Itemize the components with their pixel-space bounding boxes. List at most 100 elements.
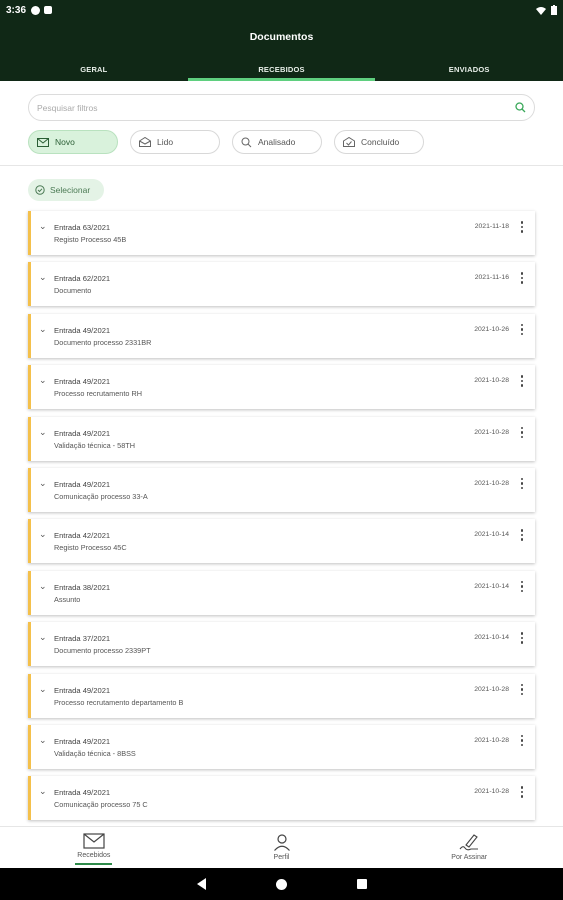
status-time: 3:36: [6, 4, 27, 16]
chevron-down-icon[interactable]: ⌄: [39, 324, 47, 335]
envelope-icon: [83, 833, 105, 849]
document-date: 2021-10-26: [474, 325, 509, 333]
tab-geral[interactable]: GERAL: [0, 59, 188, 81]
document-subtitle: Validação técnica - 58TH: [54, 440, 135, 450]
battery-icon: [551, 5, 557, 15]
filter-panel: Pesquisar filtros Novo Lido Analisado Co…: [0, 81, 563, 166]
select-button[interactable]: Selecionar: [28, 179, 104, 201]
document-title: Entrada 49/2021: [54, 736, 111, 746]
document-card[interactable]: ⌄ Entrada 37/2021 Documento processo 2339P…: [28, 622, 535, 667]
home-icon[interactable]: [275, 878, 287, 890]
document-subtitle: Documento processo 2339PT: [54, 646, 151, 656]
more-options-icon[interactable]: [520, 426, 524, 439]
tab-bar: GERAL RECEBIDOS ENVIADOS: [0, 59, 563, 81]
document-title: Entrada 62/2021: [54, 274, 111, 284]
more-options-icon[interactable]: [520, 323, 524, 336]
document-title: Entrada 38/2021: [54, 582, 111, 592]
document-card[interactable]: ⌄ Entrada 49/2021 Processo recrutamento de…: [28, 673, 535, 718]
chevron-down-icon[interactable]: ⌄: [39, 735, 47, 746]
more-options-icon[interactable]: [520, 580, 524, 593]
more-options-icon[interactable]: [520, 786, 524, 798]
document-title: Entrada 49/2021: [54, 479, 111, 489]
nav-recebidos[interactable]: Recebidos: [0, 827, 188, 868]
more-options-icon[interactable]: [520, 683, 524, 696]
person-icon: [273, 834, 290, 851]
nav-perfil[interactable]: Perfil: [188, 827, 376, 868]
more-options-icon[interactable]: [520, 529, 524, 541]
document-card[interactable]: ⌄ Entrada 42/2021 Registo Processo 45C 2021…: [28, 519, 535, 564]
document-title: Entrada 63/2021: [54, 223, 111, 232]
chip-lido[interactable]: Lido: [130, 130, 220, 154]
back-icon[interactable]: [196, 878, 206, 890]
tab-recebidos[interactable]: RECEBIDOS: [187, 59, 376, 81]
chevron-down-icon[interactable]: ⌄: [39, 632, 47, 643]
document-title: Entrada 49/2021: [54, 685, 111, 695]
select-button-label: Selecionar: [50, 185, 91, 195]
chevron-down-icon[interactable]: ⌄: [39, 272, 47, 283]
document-card[interactable]: ⌄ Entrada 62/2021 Documento 2021-11-16: [28, 262, 535, 307]
document-subtitle: Documento: [54, 286, 92, 296]
document-card[interactable]: ⌄ Entrada 49/2021 Comunicação processo 33-…: [28, 467, 535, 512]
chevron-down-icon[interactable]: ⌄: [39, 375, 47, 386]
document-date: 2021-10-28: [474, 479, 509, 487]
document-date: 2021-10-14: [474, 634, 509, 642]
chevron-down-icon[interactable]: ⌄: [39, 427, 47, 438]
document-date: 2021-10-28: [474, 685, 509, 693]
document-subtitle: Assunto: [54, 594, 81, 604]
document-date: 2021-10-28: [474, 377, 509, 385]
tab-enviados[interactable]: ENVIADOS: [375, 59, 563, 81]
chip-concluido-label: Concluído: [361, 137, 400, 147]
document-date: 2021-11-18: [474, 223, 509, 230]
document-card[interactable]: ⌄ Entrada 49/2021 Validação técnica - 8BSS…: [28, 724, 535, 769]
document-date: 2021-10-14: [474, 582, 509, 590]
chevron-down-icon[interactable]: ⌄: [39, 684, 47, 695]
chevron-down-icon[interactable]: ⌄: [39, 529, 47, 540]
document-card[interactable]: ⌄ Entrada 49/2021 Comunicação processo 75 …: [28, 776, 535, 821]
chevron-down-icon[interactable]: ⌄: [39, 221, 47, 232]
chip-analisado-label: Analisado: [258, 137, 296, 147]
search-input[interactable]: Pesquisar filtros: [28, 94, 535, 121]
chevron-down-icon[interactable]: ⌄: [39, 478, 47, 489]
document-date: 2021-11-16: [474, 274, 509, 282]
chip-concluido[interactable]: Concluído: [334, 130, 424, 154]
more-options-icon[interactable]: [520, 221, 524, 233]
document-title: Entrada 42/2021: [54, 531, 111, 541]
app-header: Documentos GERAL RECEBIDOS ENVIADOS: [0, 20, 563, 81]
document-date: 2021-10-14: [474, 531, 509, 539]
document-subtitle: Processo recrutamento departamento B: [54, 697, 184, 707]
wifi-icon: [536, 6, 546, 15]
more-options-icon[interactable]: [520, 375, 524, 387]
envelope-open-icon: [139, 137, 151, 147]
document-card[interactable]: ⌄ Entrada 63/2021 Registo Processo 45B 2021…: [28, 211, 535, 255]
chevron-down-icon[interactable]: ⌄: [39, 786, 47, 797]
document-card[interactable]: ⌄ Entrada 38/2021 Assunto 2021-10-14: [28, 570, 535, 615]
more-options-icon[interactable]: [520, 477, 524, 490]
chevron-down-icon[interactable]: ⌄: [39, 581, 47, 592]
document-title: Entrada 49/2021: [54, 788, 111, 798]
magnifier-icon: [241, 137, 252, 147]
envelope-icon: [37, 137, 49, 147]
document-subtitle: Comunicação processo 75 C: [54, 800, 148, 810]
document-subtitle: Processo recrutamento RH: [54, 389, 143, 399]
document-subtitle: Comunicação processo 33-A: [54, 491, 148, 501]
document-date: 2021-10-28: [474, 736, 509, 744]
search-icon[interactable]: [515, 102, 526, 113]
recents-icon[interactable]: [356, 879, 367, 889]
sd-card-icon: [44, 5, 53, 14]
chip-novo[interactable]: Novo: [28, 130, 118, 154]
chip-analisado[interactable]: Analisado: [232, 130, 322, 154]
more-options-icon[interactable]: [520, 272, 524, 284]
document-subtitle: Registo Processo 45C: [54, 543, 127, 553]
more-options-icon[interactable]: [520, 734, 524, 747]
document-card[interactable]: ⌄ Entrada 49/2021 Validação técnica - 58TH…: [28, 416, 535, 461]
more-options-icon[interactable]: [520, 632, 524, 644]
system-navigation-bar: [0, 868, 563, 900]
document-card[interactable]: ⌄ Entrada 49/2021 Documento processo 2331B…: [28, 313, 535, 358]
document-subtitle: Registo Processo 45B: [54, 235, 127, 244]
nav-recebidos-label: Recebidos: [77, 852, 111, 859]
signature-pen-icon: [459, 834, 479, 851]
document-card[interactable]: ⌄ Entrada 49/2021 Processo recrutamento RH…: [28, 365, 535, 410]
document-title: Entrada 49/2021: [54, 377, 111, 387]
nav-por-assinar[interactable]: Por Assinar: [375, 827, 563, 868]
nav-perfil-label: Perfil: [273, 854, 290, 861]
